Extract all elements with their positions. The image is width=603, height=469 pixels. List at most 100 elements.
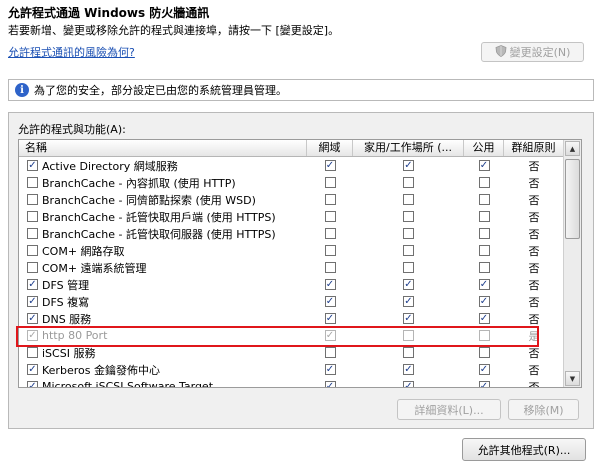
enabled-checkbox[interactable]: [27, 262, 38, 273]
public-checkbox[interactable]: ✓: [478, 160, 490, 171]
enabled-checkbox[interactable]: [27, 194, 38, 205]
table-row[interactable]: ✓ Active Directory 網域服務 ✓ ✓ ✓ 否: [19, 157, 564, 174]
domain-checkbox[interactable]: [324, 347, 336, 358]
column-header-public[interactable]: 公用: [464, 140, 504, 156]
table-row[interactable]: BranchCache - 託管快取伺服器 (使用 HTTPS) 否: [19, 225, 564, 242]
domain-checkbox[interactable]: [324, 262, 336, 273]
table-row[interactable]: BranchCache - 同儕節點探索 (使用 WSD) 否: [19, 191, 564, 208]
home-work-checkbox[interactable]: ✓: [403, 160, 414, 171]
scroll-up-icon[interactable]: ▲: [565, 141, 580, 156]
home-work-checkbox[interactable]: ✓: [403, 313, 414, 324]
column-header-domain[interactable]: 網域: [307, 140, 353, 156]
table-row[interactable]: iSCSI 服務 否: [19, 344, 564, 361]
enabled-checkbox[interactable]: ✓: [27, 296, 38, 307]
table-row[interactable]: BranchCache - 內容抓取 (使用 HTTP) 否: [19, 174, 564, 191]
public-checkbox[interactable]: ✓: [478, 381, 490, 387]
table-row[interactable]: ✓ DFS 管理 ✓ ✓ ✓ 否: [19, 276, 564, 293]
allow-other-program-button[interactable]: 允許其他程式(R)...: [462, 438, 586, 461]
enabled-checkbox[interactable]: ✓: [27, 279, 38, 290]
domain-checkbox-cell: [307, 225, 353, 242]
domain-checkbox[interactable]: ✓: [324, 160, 336, 171]
program-name: DNS 服務: [42, 312, 92, 326]
home-work-checkbox[interactable]: ✓: [403, 364, 414, 375]
home-work-checkbox[interactable]: [403, 330, 414, 341]
table-row[interactable]: ✓ Kerberos 金鑰發佈中心 ✓ ✓ ✓ 否: [19, 361, 564, 378]
home-work-checkbox-cell: [353, 344, 464, 361]
program-name: BranchCache - 託管快取用戶端 (使用 HTTPS): [42, 210, 276, 224]
public-checkbox[interactable]: [478, 347, 490, 358]
domain-checkbox[interactable]: ✓: [324, 296, 336, 307]
program-name: http 80 Port: [42, 329, 108, 342]
home-work-checkbox[interactable]: [403, 262, 414, 273]
public-checkbox[interactable]: [478, 245, 490, 256]
domain-checkbox-cell: [307, 174, 353, 191]
enabled-checkbox[interactable]: ✓: [27, 364, 38, 375]
public-checkbox[interactable]: ✓: [478, 279, 490, 290]
info-text: 為了您的安全，部分設定已由您的系統管理員管理。: [34, 84, 287, 97]
public-checkbox[interactable]: [478, 211, 490, 222]
table-row[interactable]: COM+ 網路存取 否: [19, 242, 564, 259]
enabled-checkbox[interactable]: ✓: [27, 160, 38, 171]
remove-button[interactable]: 移除(M): [508, 399, 579, 420]
column-header-group-policy[interactable]: 群組原則: [504, 140, 564, 156]
public-checkbox[interactable]: ✓: [478, 313, 490, 324]
home-work-checkbox[interactable]: [403, 245, 414, 256]
public-checkbox[interactable]: [478, 177, 490, 188]
vertical-scrollbar[interactable]: ▲ ▼: [563, 140, 581, 387]
table-row[interactable]: ✓ Microsoft iSCSI Software Target ✓ ✓ ✓ 否: [19, 378, 564, 387]
column-header-home-work[interactable]: 家用/工作場所 (...: [353, 140, 464, 156]
public-checkbox-cell: [464, 344, 504, 361]
public-checkbox[interactable]: [478, 228, 490, 239]
home-work-checkbox[interactable]: [403, 194, 414, 205]
enabled-checkbox[interactable]: [27, 228, 38, 239]
home-work-checkbox[interactable]: [403, 211, 414, 222]
domain-checkbox[interactable]: [324, 177, 336, 188]
table-row[interactable]: ✓ DNS 服務 ✓ ✓ ✓ 否: [19, 310, 564, 327]
table-row[interactable]: ✓ DFS 複寫 ✓ ✓ ✓ 否: [19, 293, 564, 310]
enabled-checkbox[interactable]: [27, 347, 38, 358]
domain-checkbox[interactable]: ✓: [324, 381, 336, 387]
home-work-checkbox[interactable]: ✓: [403, 381, 414, 387]
enabled-checkbox[interactable]: ✓: [27, 313, 38, 324]
public-checkbox[interactable]: ✓: [478, 364, 490, 375]
enabled-checkbox[interactable]: ✓: [27, 330, 38, 341]
program-name: Active Directory 網域服務: [42, 159, 178, 173]
table-row[interactable]: ✓ http 80 Port ✓ 是: [19, 327, 564, 344]
domain-checkbox[interactable]: [324, 228, 336, 239]
enabled-checkbox[interactable]: [27, 211, 38, 222]
public-checkbox-cell: ✓: [464, 361, 504, 378]
enabled-checkbox[interactable]: ✓: [27, 381, 38, 387]
details-button[interactable]: 詳細資料(L)...: [397, 399, 501, 420]
home-work-checkbox[interactable]: ✓: [403, 296, 414, 307]
change-settings-button[interactable]: 變更設定(N): [481, 42, 584, 62]
program-name-cell: ✓ DFS 管理: [19, 276, 307, 293]
public-checkbox[interactable]: [478, 262, 490, 273]
group-policy-value: 否: [528, 261, 540, 275]
scroll-down-icon[interactable]: ▼: [565, 371, 580, 386]
home-work-checkbox-cell: ✓: [353, 157, 464, 174]
risk-link[interactable]: 允許程式通訊的風險為何?: [8, 44, 135, 60]
domain-checkbox[interactable]: ✓: [324, 330, 336, 341]
enabled-checkbox[interactable]: [27, 245, 38, 256]
program-name-cell: BranchCache - 託管快取用戶端 (使用 HTTPS): [19, 208, 307, 225]
table-row[interactable]: COM+ 遠端系統管理 否: [19, 259, 564, 276]
column-header-name[interactable]: 名稱: [19, 140, 307, 156]
programs-list[interactable]: 名稱 網域 家用/工作場所 (... 公用 群組原則 ✓ Active Direc…: [18, 139, 582, 388]
public-checkbox[interactable]: ✓: [478, 296, 490, 307]
public-checkbox[interactable]: [478, 194, 490, 205]
home-work-checkbox[interactable]: [403, 228, 414, 239]
domain-checkbox[interactable]: ✓: [324, 313, 336, 324]
home-work-checkbox[interactable]: [403, 177, 414, 188]
domain-checkbox[interactable]: [324, 245, 336, 256]
domain-checkbox[interactable]: [324, 194, 336, 205]
home-work-checkbox[interactable]: [403, 347, 414, 358]
table-row[interactable]: BranchCache - 託管快取用戶端 (使用 HTTPS) 否: [19, 208, 564, 225]
domain-checkbox[interactable]: ✓: [324, 364, 336, 375]
scroll-thumb[interactable]: [565, 159, 580, 239]
home-work-checkbox[interactable]: ✓: [403, 279, 414, 290]
group-policy-value: 否: [528, 295, 540, 309]
domain-checkbox[interactable]: ✓: [324, 279, 336, 290]
public-checkbox[interactable]: [478, 330, 490, 341]
domain-checkbox[interactable]: [324, 211, 336, 222]
enabled-checkbox[interactable]: [27, 177, 38, 188]
